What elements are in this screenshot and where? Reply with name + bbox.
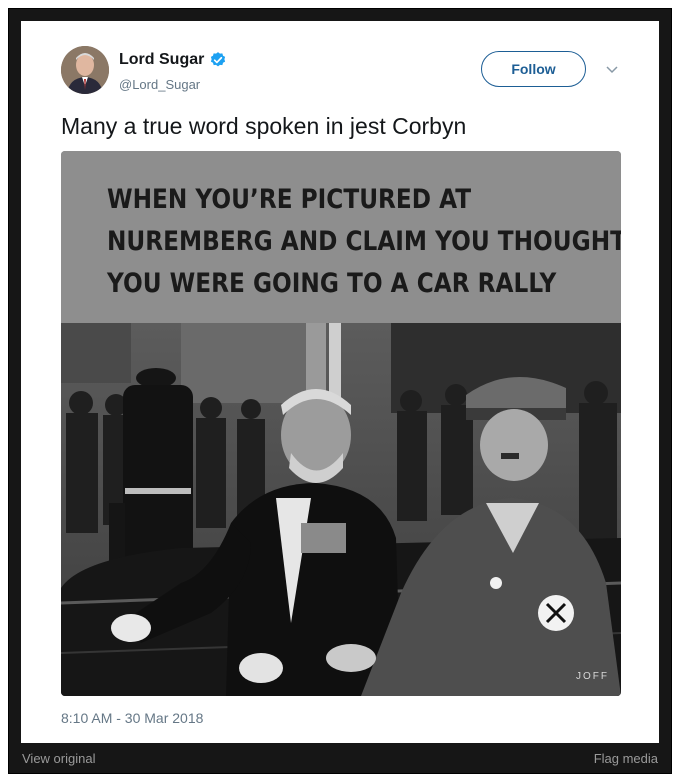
media-viewer-footer: View original Flag media — [8, 743, 672, 774]
author-display-name[interactable]: Lord Sugar — [119, 51, 204, 69]
tweet-text: Many a true word spoken in jest Corbyn — [61, 113, 467, 139]
flag-media-link[interactable]: Flag media — [594, 751, 658, 766]
tweet-media-image[interactable]: WHEN YOU’RE PICTURED AT NUREMBERG AND CL… — [61, 151, 621, 696]
view-original-link[interactable]: View original — [22, 751, 95, 766]
tweet-timestamp[interactable]: 8:10 AM - 30 Mar 2018 — [61, 710, 203, 726]
meme-caption-line: NUREMBERG AND CLAIM YOU THOUGHT — [107, 226, 621, 257]
meme-caption-line: WHEN YOU’RE PICTURED AT — [107, 184, 472, 215]
follow-button[interactable]: Follow — [481, 51, 586, 87]
chevron-down-icon[interactable] — [606, 64, 618, 74]
meme-photo — [61, 323, 621, 696]
author-handle[interactable]: @Lord_Sugar — [119, 77, 200, 92]
author-name-row: Lord Sugar — [119, 51, 227, 69]
embedded-tweet: Lord Sugar @Lord_Sugar Follow Many a tru… — [21, 21, 659, 743]
meme-caption-line: YOU WERE GOING TO A CAR RALLY — [107, 268, 557, 299]
meme-watermark: JOFF — [576, 671, 609, 682]
meme-caption-panel: WHEN YOU’RE PICTURED AT NUREMBERG AND CL… — [61, 151, 621, 323]
verified-badge-icon — [211, 52, 226, 67]
avatar[interactable] — [61, 46, 109, 94]
